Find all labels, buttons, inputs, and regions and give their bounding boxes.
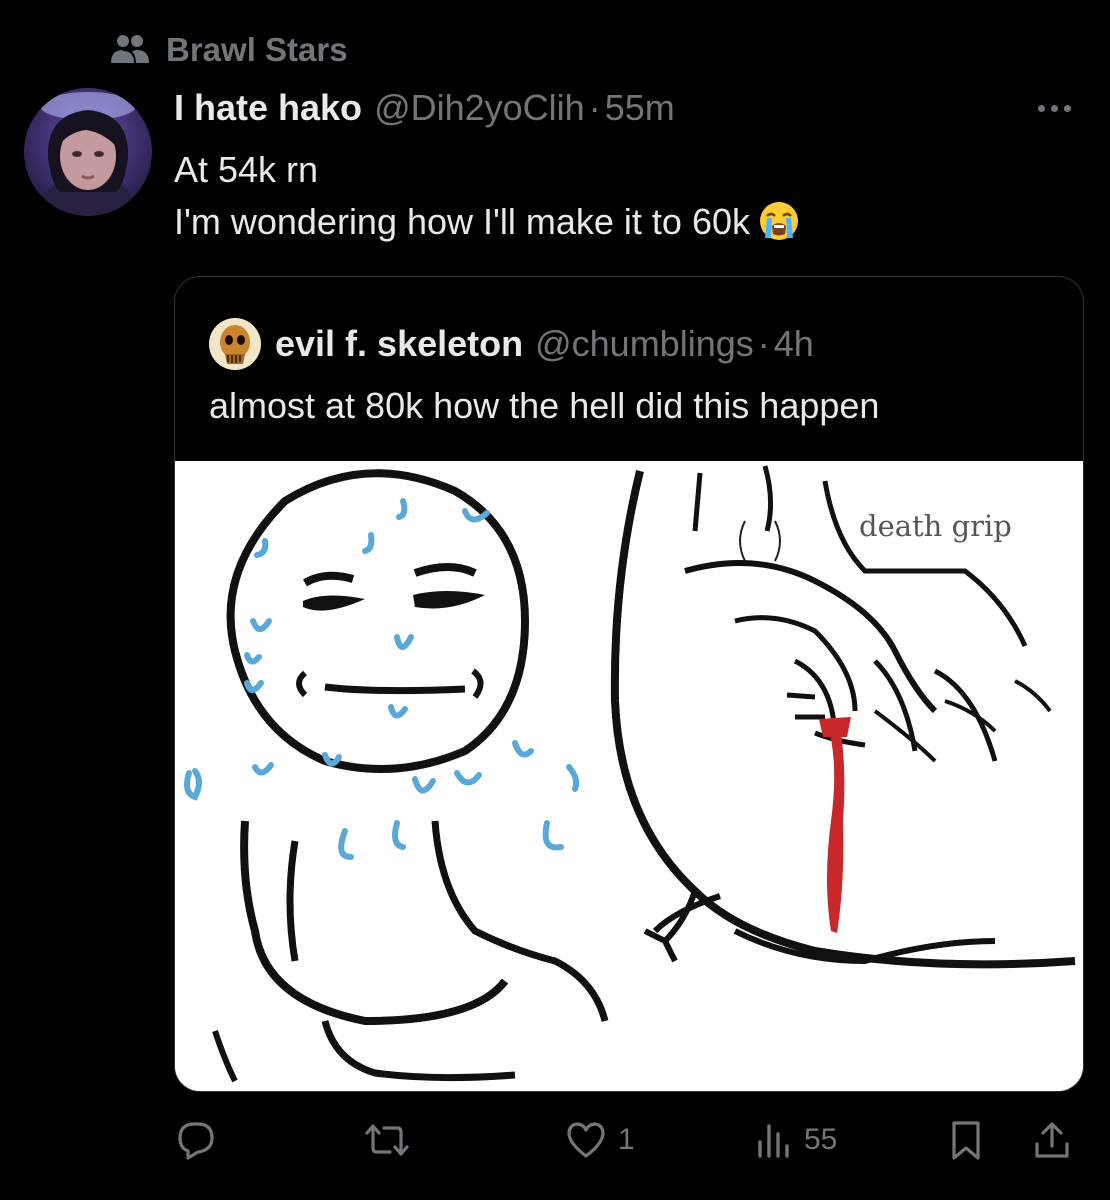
action-bar: 1 55	[174, 1110, 1078, 1170]
quoted-post[interactable]: evil f. skeleton @chumblings · 4h almost…	[174, 276, 1084, 1092]
author-handle[interactable]: @Dih2yoClih	[374, 87, 585, 129]
like-button[interactable]: 1	[564, 1110, 635, 1170]
reply-icon	[174, 1118, 218, 1162]
share-button[interactable]	[1032, 1110, 1072, 1170]
community-icon	[110, 33, 150, 67]
quoted-author-avatar	[209, 318, 261, 370]
loudly-crying-face-icon	[758, 200, 800, 242]
heart-icon	[564, 1118, 608, 1162]
community-label[interactable]: Brawl Stars	[110, 28, 348, 72]
author-avatar[interactable]	[24, 88, 152, 216]
post-timestamp[interactable]: 55m	[605, 87, 675, 129]
reply-button[interactable]	[174, 1110, 228, 1170]
author-display-name[interactable]: I hate hako	[174, 87, 362, 129]
views-button[interactable]: 55	[754, 1110, 837, 1170]
quoted-author-handle[interactable]: @chumblings	[535, 323, 754, 365]
more-icon[interactable]	[1024, 82, 1084, 134]
post-text-line-2-wrap: I'm wondering how I'll make it to 60k	[174, 196, 1070, 248]
views-count: 55	[804, 1123, 838, 1156]
like-count: 1	[618, 1123, 635, 1156]
bookmark-button[interactable]	[946, 1110, 986, 1170]
quoted-author-display-name[interactable]: evil f. skeleton	[275, 323, 523, 365]
meme-caption: death grip	[859, 509, 1012, 543]
repost-icon	[364, 1118, 410, 1162]
community-name: Brawl Stars	[166, 31, 348, 68]
share-icon	[1032, 1118, 1072, 1162]
repost-button[interactable]	[364, 1110, 420, 1170]
quoted-post-image[interactable]: death grip	[175, 461, 1083, 1091]
post-text: At 54k rn I'm wondering how I'll make it…	[174, 144, 1070, 248]
views-icon	[754, 1118, 794, 1162]
post-header: I hate hako @Dih2yoClih · 55m	[174, 82, 1086, 134]
header-separator: ·	[588, 87, 601, 128]
quoted-post-text: almost at 80k how the hell did this happ…	[209, 385, 880, 426]
post-text-line-2: I'm wondering how I'll make it to 60k	[174, 201, 750, 242]
quoted-post-timestamp[interactable]: 4h	[774, 323, 814, 365]
quoted-post-header: evil f. skeleton @chumblings · 4h	[209, 317, 1063, 371]
post-text-line-1: At 54k rn	[174, 149, 319, 190]
quoted-header-separator: ·	[757, 323, 770, 364]
bookmark-icon	[946, 1118, 986, 1162]
